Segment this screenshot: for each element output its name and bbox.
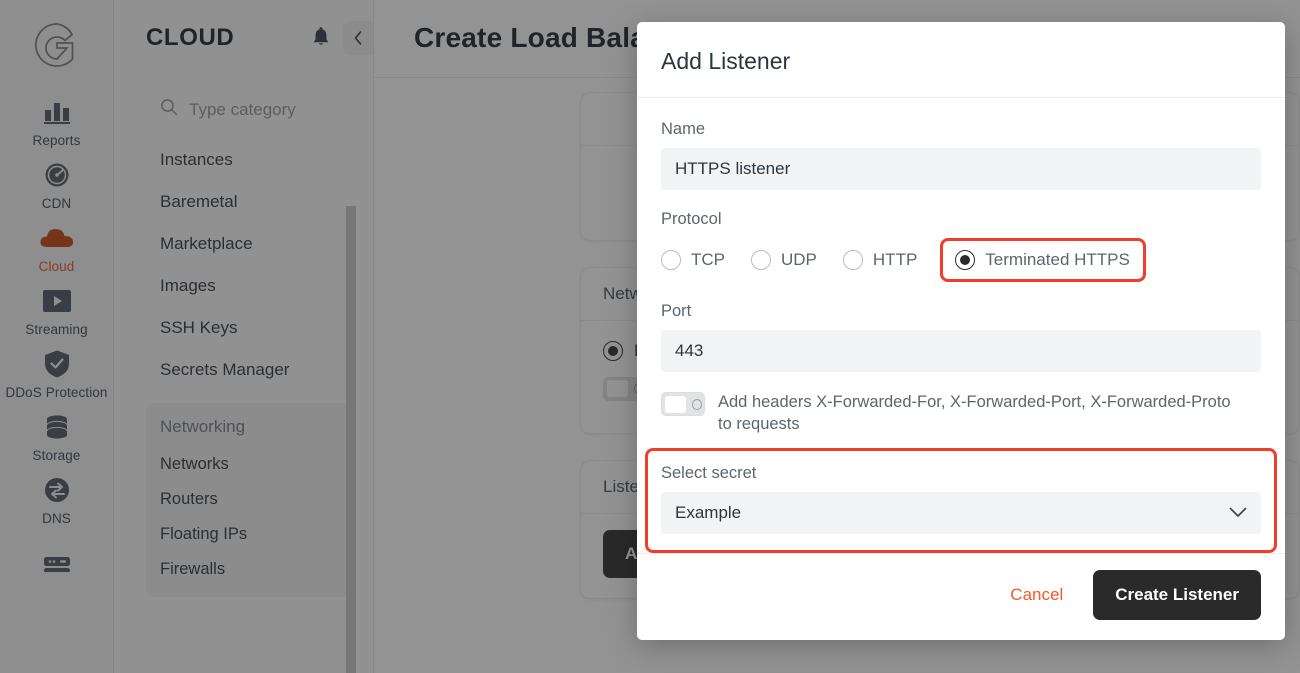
protocol-option-label: UDP — [781, 250, 817, 269]
protocol-radio-group: TCP UDP HTTP Terminated HTTPS — [661, 238, 1261, 282]
name-input-value: HTTPS listener — [675, 159, 791, 178]
headers-toggle-label: Add headers X-Forwarded-For, X-Forwarded… — [718, 393, 1231, 433]
protocol-option-label: HTTP — [872, 250, 918, 269]
radio-icon — [955, 250, 976, 270]
name-input[interactable]: HTTPS listener — [661, 148, 1261, 190]
toggle-icon — [661, 392, 705, 416]
radio-icon — [842, 250, 863, 270]
protocol-option-label: Terminated HTTPS — [985, 250, 1130, 269]
port-field-label: Port — [661, 302, 692, 320]
create-listener-button[interactable]: Create Listener — [1093, 569, 1261, 620]
protocol-label: Protocol — [661, 210, 722, 228]
chevron-down-icon — [1229, 503, 1247, 523]
secret-select-value: Example — [675, 502, 742, 522]
secret-field-label: Select secret — [661, 463, 757, 482]
protocol-option-http[interactable]: HTTP — [842, 250, 943, 270]
radio-icon — [661, 250, 681, 270]
select-secret-highlight: Select secret Example — [645, 447, 1277, 553]
port-input-value: 443 — [675, 341, 704, 360]
modal-title: Add Listener — [661, 48, 791, 74]
cancel-button[interactable]: Cancel — [998, 575, 1075, 615]
port-input[interactable]: 443 — [661, 330, 1261, 372]
protocol-option-terminated-https[interactable]: Terminated HTTPS — [940, 238, 1146, 282]
modal-header: Add Listener — [637, 22, 1285, 98]
protocol-option-udp[interactable]: UDP — [751, 250, 843, 270]
protocol-option-tcp[interactable]: TCP — [661, 250, 751, 270]
modal-footer: Cancel Create Listener — [637, 552, 1285, 640]
radio-icon — [751, 250, 771, 270]
screen: Reports CDN Cloud Streaming — [0, 0, 1300, 673]
name-field-label: Name — [661, 120, 706, 138]
headers-toggle-row[interactable]: Add headers X-Forwarded-For, X-Forwarded… — [661, 392, 1261, 436]
modal-body: Name HTTPS listener Protocol TCP UDP HTT… — [637, 98, 1285, 553]
secret-select[interactable]: Example — [661, 491, 1261, 534]
protocol-option-label: TCP — [691, 250, 725, 269]
add-listener-modal: Add Listener Name HTTPS listener Protoco… — [637, 22, 1285, 640]
